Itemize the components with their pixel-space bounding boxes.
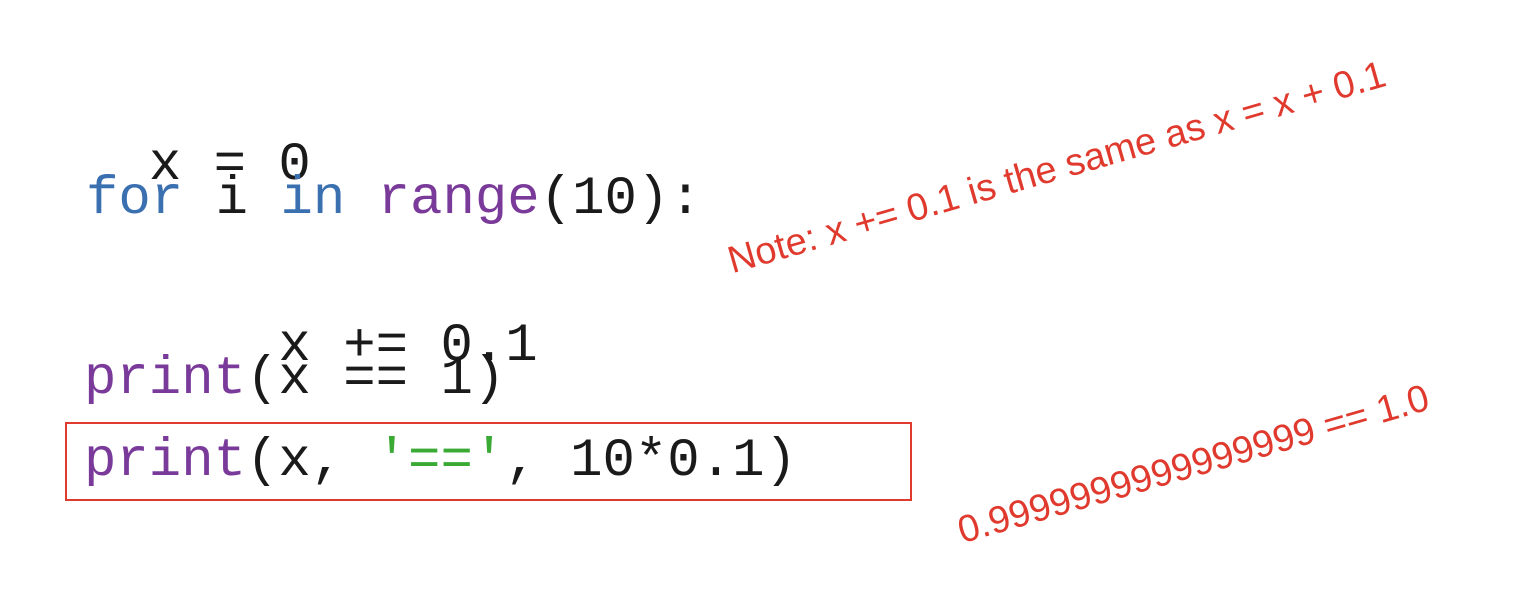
code-line-5: print(x, '==', 10*0.1)	[84, 432, 797, 492]
print-args-end: , 10*0.1)	[505, 431, 797, 492]
code-line-4: print(x == 1)	[84, 350, 505, 410]
range-args: (10):	[539, 169, 702, 230]
code-line-2: for i in range(10):	[86, 170, 702, 230]
loop-variable: i	[183, 169, 281, 230]
annotation-note: Note: x += 0.1 is the same as x = x + 0.…	[723, 53, 1391, 283]
print-args: (x == 1)	[246, 349, 506, 410]
print-args-start: (x,	[246, 431, 376, 492]
keyword-in: in	[280, 169, 346, 230]
builtin-print: print	[84, 349, 247, 410]
string-literal: '=='	[375, 431, 506, 492]
annotation-output: 0.9999999999999999 == 1.0	[953, 377, 1434, 553]
builtin-print-2: print	[84, 431, 247, 492]
keyword-for: for	[86, 169, 184, 230]
builtin-range: range	[377, 169, 540, 230]
slide: { "code": { "line1": { "text": "x = 0" }…	[0, 0, 1528, 590]
